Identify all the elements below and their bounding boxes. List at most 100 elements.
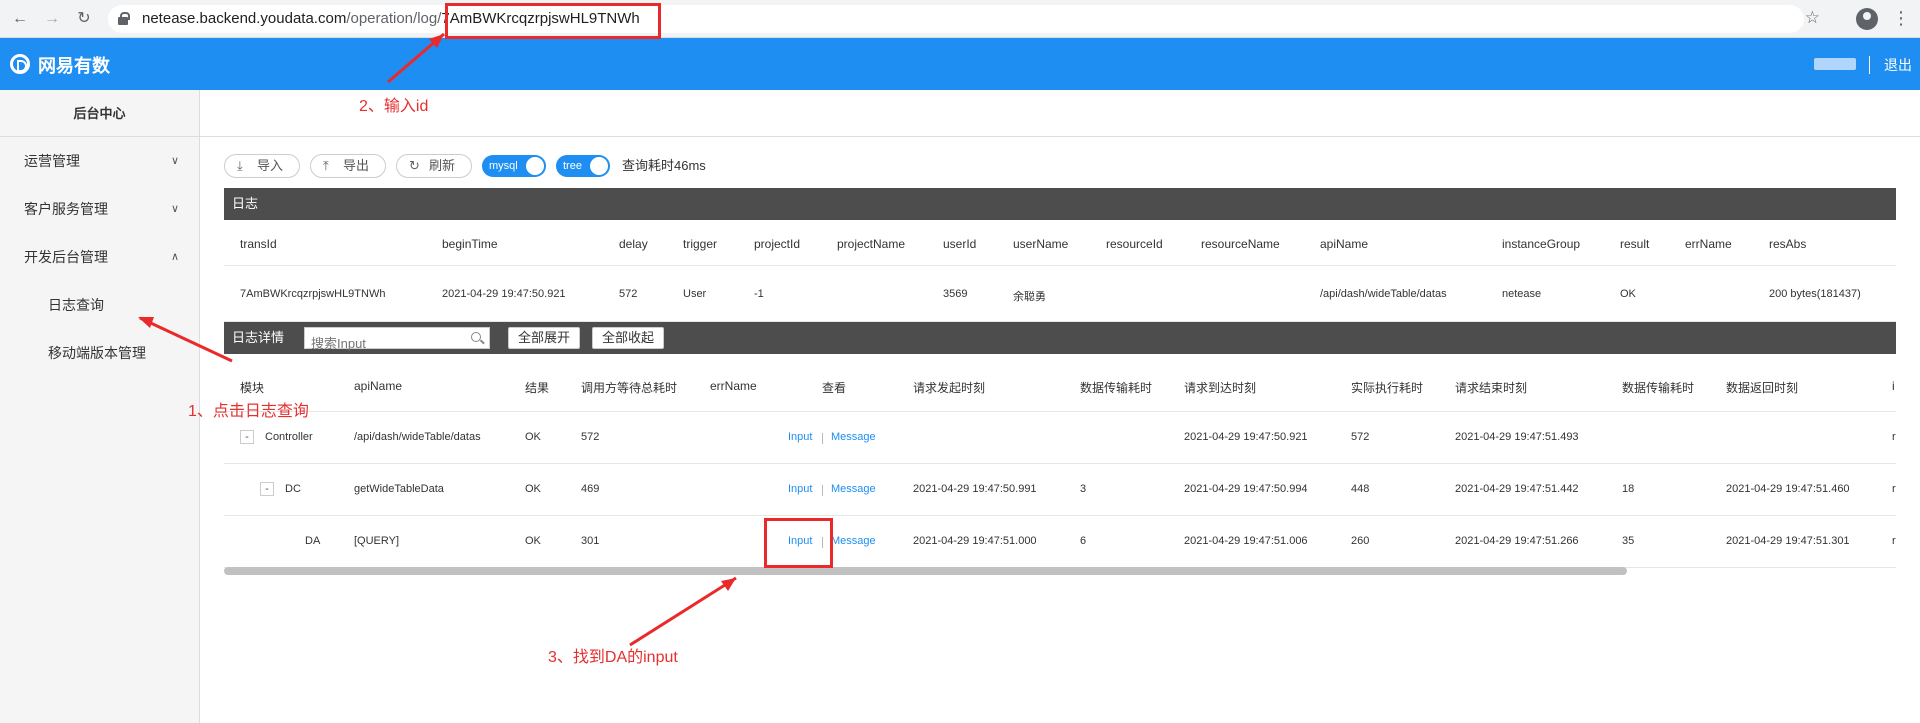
logout-link[interactable]: 退出	[1884, 55, 1912, 75]
collapse-toggle[interactable]: -	[240, 430, 254, 444]
cell-request-end: 2021-04-29 19:47:51.442	[1455, 483, 1579, 495]
back-arrow-icon[interactable]: ←	[10, 9, 30, 29]
url-path: /operation/log/	[346, 10, 442, 27]
cell-delay: 572	[619, 288, 638, 300]
col-result: result	[1620, 237, 1650, 251]
profile-avatar-icon[interactable]	[1856, 8, 1878, 30]
col-errname: errName	[710, 379, 757, 393]
collapse-toggle[interactable]: -	[260, 482, 274, 496]
cell-request-arrive: 2021-04-29 19:47:51.006	[1184, 535, 1308, 547]
cell-request-arrive: 2021-04-29 19:47:50.994	[1184, 483, 1308, 495]
export-label: 导出	[343, 158, 370, 173]
sidebar-item-label: 客户服务管理	[24, 201, 108, 217]
cell-apiname: /api/dash/wideTable/datas	[1320, 288, 1447, 300]
col-username: userName	[1013, 237, 1069, 251]
cell-username: 余聪勇	[1013, 291, 1046, 303]
cell-wait-total: 469	[581, 483, 600, 495]
col-truncated: i	[1892, 379, 1895, 393]
link-separator	[822, 485, 823, 496]
cell-userid: 3569	[943, 288, 968, 300]
sidebar-item-label: 运营管理	[24, 153, 80, 169]
col-request-start: 请求发起时刻	[913, 381, 986, 395]
import-button[interactable]: ⤓ 导入	[224, 154, 300, 178]
address-bar[interactable]: netease.backend.youdata.com/operation/lo…	[108, 5, 1804, 33]
reload-icon[interactable]: ↻	[74, 9, 94, 29]
cell-apiname: /api/dash/wideTable/datas	[354, 431, 481, 443]
sidebar-title: 后台中心	[0, 90, 199, 137]
message-link[interactable]: Message	[831, 483, 876, 495]
youdata-logo-icon	[10, 54, 30, 74]
search-icon[interactable]	[471, 332, 481, 342]
mysql-switch[interactable]: mysql	[482, 155, 546, 177]
col-exec-time: 实际执行耗时	[1351, 381, 1424, 395]
cell-result: OK	[525, 431, 541, 443]
annotation-step-3: 3、找到DA的input	[548, 649, 678, 666]
cell-module: DC	[285, 483, 301, 495]
search-input[interactable]	[305, 333, 455, 354]
col-resabs: resAbs	[1769, 237, 1807, 251]
log-section-header: 日志	[224, 188, 1896, 220]
message-link[interactable]: Message	[831, 431, 876, 443]
log-table-header: transId beginTime delay trigger projectI…	[224, 222, 1896, 266]
col-errname: errName	[1685, 237, 1732, 251]
col-transfer-1: 数据传输耗时	[1080, 381, 1153, 395]
table-row: - DC getWideTableData OK 469 Input Messa…	[224, 464, 1896, 516]
col-view: 查看	[822, 381, 847, 395]
lock-icon	[118, 12, 130, 25]
cell-transfer-2: 35	[1622, 535, 1635, 547]
cell-apiname: getWideTableData	[354, 483, 444, 495]
sidebar-item-mobile-version[interactable]: 移动端版本管理	[0, 329, 199, 377]
message-link[interactable]: Message	[831, 535, 876, 547]
sidebar-item-log-query[interactable]: 日志查询	[0, 281, 199, 329]
cell-return-time: 2021-04-29 19:47:51.301	[1726, 535, 1850, 547]
cell-exec-time: 448	[1351, 483, 1370, 495]
app-header: 网易有数 退出	[0, 38, 1920, 90]
sidebar-item-customer-service[interactable]: 客户服务管理 ∨	[0, 185, 199, 233]
cell-result: OK	[525, 535, 541, 547]
export-icon: ⤒	[323, 158, 329, 173]
col-return-time: 数据返回时刻	[1726, 381, 1799, 395]
brand-name: 网易有数	[38, 56, 110, 76]
col-resourceid: resourceId	[1106, 237, 1163, 251]
bookmark-star-icon[interactable]: ☆	[1805, 8, 1820, 28]
log-title: 日志	[232, 196, 259, 211]
sidebar-item-dev-backend[interactable]: 开发后台管理 ∧	[0, 233, 199, 281]
browser-menu-icon[interactable]: ⋮	[1892, 8, 1910, 29]
cell-resabs: 200 bytes(181437)	[1769, 288, 1861, 300]
col-request-arrive: 请求到达时刻	[1184, 381, 1257, 395]
cell-exec-time: 572	[1351, 431, 1370, 443]
col-module: 模块	[240, 381, 265, 395]
cell-truncated: r	[1892, 431, 1896, 443]
col-delay: delay	[619, 237, 648, 251]
import-label: 导入	[257, 158, 284, 173]
collapse-all-button[interactable]: 全部收起	[592, 327, 664, 349]
content-divider	[200, 136, 1920, 137]
search-input-box[interactable]	[304, 327, 490, 354]
switch-knob	[590, 157, 608, 175]
table-row: - Controller /api/dash/wideTable/datas O…	[224, 412, 1896, 464]
blurred-username	[1814, 58, 1856, 70]
tree-switch[interactable]: tree	[556, 155, 610, 177]
cell-apiname: [QUERY]	[354, 535, 400, 547]
cell-module: Controller	[265, 431, 313, 443]
forward-arrow-icon[interactable]: →	[42, 9, 62, 29]
horizontal-scrollbar[interactable]	[224, 567, 1627, 575]
cell-request-end: 2021-04-29 19:47:51.493	[1455, 431, 1579, 443]
annotation-step-2: 2、输入id	[359, 98, 429, 115]
expand-all-button[interactable]: 全部展开	[508, 327, 580, 349]
sidebar-item-label: 开发后台管理	[24, 249, 108, 265]
cell-projectid: -1	[754, 288, 764, 300]
col-transid: transId	[240, 237, 277, 251]
cell-begintime: 2021-04-29 19:47:50.921	[442, 288, 566, 300]
export-button[interactable]: ⤒ 导出	[310, 154, 386, 178]
input-link[interactable]: Input	[788, 431, 812, 443]
cell-result: OK	[525, 483, 541, 495]
cell-instancegroup: netease	[1502, 288, 1542, 300]
input-link[interactable]: Input	[788, 483, 812, 495]
sidebar-item-operations[interactable]: 运营管理 ∨	[0, 137, 199, 185]
arrow-to-input-line	[629, 576, 737, 647]
chevron-down-icon: ∨	[170, 203, 179, 215]
cell-transfer-1: 6	[1080, 535, 1087, 547]
chevron-up-icon: ∧	[170, 251, 179, 263]
refresh-button[interactable]: ↻ 刷新	[396, 154, 472, 178]
